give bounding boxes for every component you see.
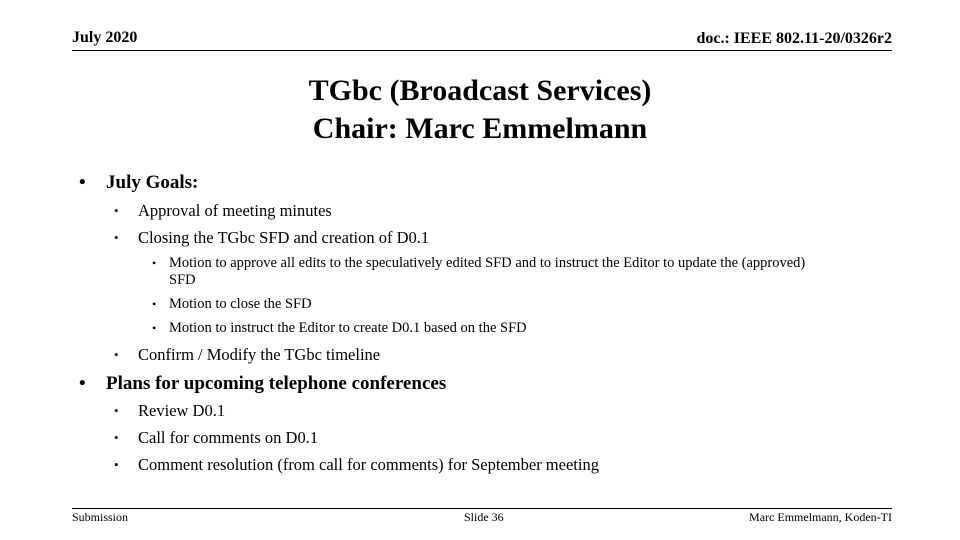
bullet-section-telephone-conferences: • Plans for upcoming telephone conferenc… — [79, 373, 447, 395]
sub-list-item-label: Motion to instruct the Editor to create … — [169, 320, 527, 336]
list-item: • Confirm / Modify the TGbc timeline — [114, 345, 381, 365]
list-item-label: Approval of meeting minutes — [138, 201, 332, 220]
footer-divider — [72, 508, 892, 509]
section-label: Plans for upcoming telephone conferences — [106, 373, 447, 394]
bullet-icon: • — [114, 230, 119, 245]
bullet-icon: • — [152, 321, 157, 335]
header-doc-id: doc.: IEEE 802.11-20/0326r2 — [696, 30, 892, 47]
bullet-icon: • — [79, 373, 86, 394]
sub-list-item: • Motion to instruct the Editor to creat… — [152, 320, 527, 337]
sub-list-item: • Motion to approve all edits to the spe… — [152, 255, 806, 272]
slide-title: TGbc (Broadcast Services) Chair: Marc Em… — [0, 72, 960, 148]
list-item-label: Call for comments on D0.1 — [138, 428, 319, 447]
sub-list-item-label: Motion to close the SFD — [169, 296, 312, 312]
bullet-section-july-goals: • July Goals: — [79, 172, 199, 194]
footer-author: Marc Emmelmann, Koden-TI — [749, 510, 892, 524]
list-item: • Comment resolution (from call for comm… — [114, 455, 599, 475]
sub-list-item-continuation: SFD — [169, 272, 196, 288]
header-divider — [72, 50, 892, 51]
sub-list-item-label: Motion to approve all edits to the specu… — [169, 255, 806, 271]
footer-submission: Submission — [72, 510, 129, 524]
bullet-icon: • — [114, 430, 119, 445]
bullet-icon: • — [114, 457, 119, 472]
bullet-icon: • — [152, 297, 157, 311]
bullet-icon: • — [114, 403, 119, 418]
list-item: • Closing the TGbc SFD and creation of D… — [114, 228, 430, 248]
sub-list-item: • Motion to close the SFD — [152, 296, 312, 313]
bullet-icon: • — [152, 256, 157, 270]
list-item-label: Confirm / Modify the TGbc timeline — [138, 345, 381, 364]
bullet-icon: • — [114, 347, 119, 362]
list-item-label: Comment resolution (from call for commen… — [138, 455, 599, 474]
list-item: • Review D0.1 — [114, 401, 226, 421]
list-item: • Call for comments on D0.1 — [114, 428, 319, 448]
bullet-icon: • — [79, 172, 86, 193]
title-line-2: Chair: Marc Emmelmann — [312, 112, 648, 145]
list-item: • Approval of meeting minutes — [114, 201, 332, 221]
section-label: July Goals: — [106, 172, 199, 193]
bullet-icon: • — [114, 203, 119, 218]
list-item-label: Review D0.1 — [138, 401, 226, 420]
header-date: July 2020 — [72, 29, 138, 46]
title-line-1: TGbc (Broadcast Services) — [308, 74, 652, 107]
list-item-label: Closing the TGbc SFD and creation of D0.… — [138, 228, 430, 247]
footer-slide-number: Slide 36 — [464, 510, 504, 524]
